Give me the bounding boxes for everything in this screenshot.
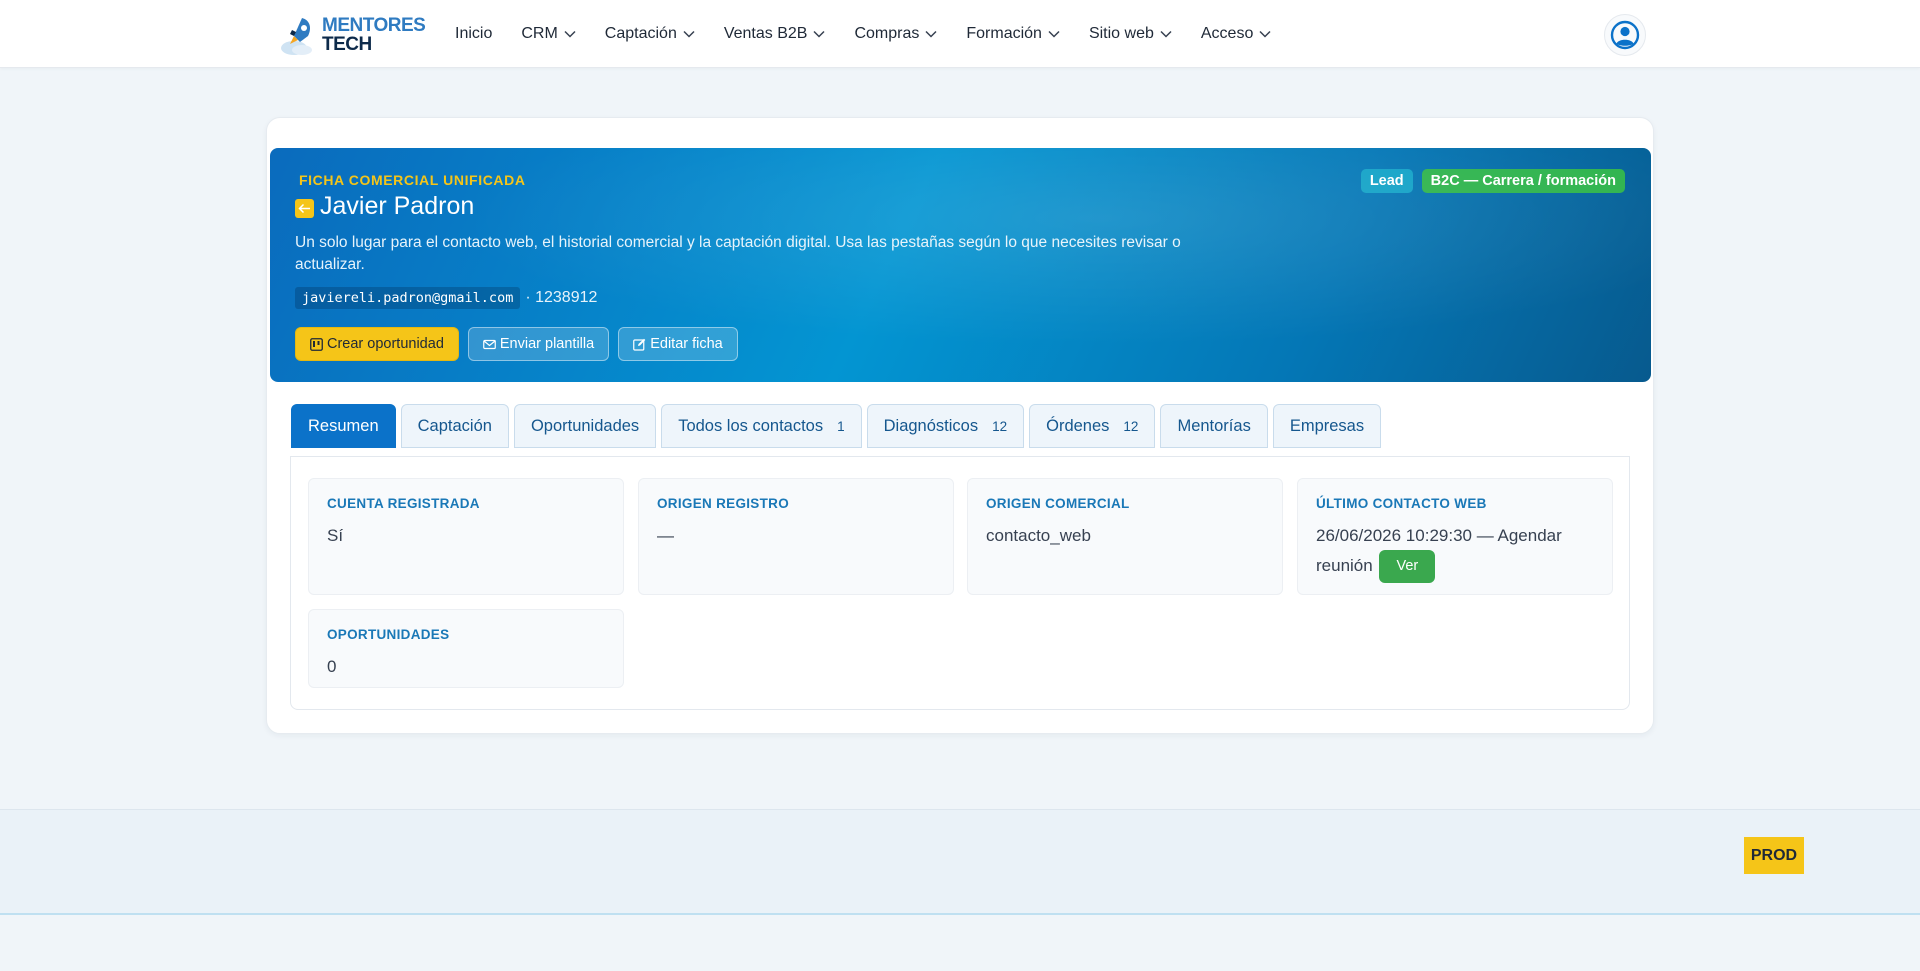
stat-value: 26/06/2026 10:29:30 — Agendar reunión [1316,526,1562,575]
main-menu: Inicio CRM Captación Ventas B2B Compras … [455,0,1300,68]
edit-icon [633,338,646,351]
send-template-button[interactable]: Enviar plantilla [467,327,610,361]
tab-oportunidades[interactable]: Oportunidades [513,404,657,448]
nav-item-label: CRM [521,25,558,42]
stat-label: ÚLTIMO CONTACTO WEB [1316,496,1487,511]
stat-registration-origin: ORIGEN REGISTRO — [638,478,954,595]
tab-resumen[interactable]: Resumen [291,404,396,448]
nav-item-inicio[interactable]: Inicio [455,25,492,43]
tab-empresas[interactable]: Empresas [1272,404,1382,448]
hero-actions: Crear oportunidad Enviar plantilla Edita… [295,327,747,361]
create-opportunity-button[interactable]: Crear oportunidad [295,327,459,361]
tab-label: Empresas [1289,416,1365,435]
nav-item-label: Acceso [1200,25,1254,42]
record-tabs: Resumen Captación Oportunidades Todos lo… [291,404,1386,448]
tab-label: Todos los contactos [678,416,824,435]
envelope-icon [483,339,496,349]
hero-eyebrow: FICHA COMERCIAL UNIFICADA [299,172,526,188]
tab-count: 12 [992,418,1008,434]
stat-value: — [657,526,674,545]
brand-logo[interactable]: MENTORES TECH [280,14,426,56]
contact-name: Javier Padron [320,192,475,220]
nav-item-label: Sitio web [1088,25,1154,42]
stat-label: CUENTA REGISTRADA [327,496,480,511]
user-circle-icon [1610,20,1640,50]
hero-description: Un solo lugar para el contacto web, el h… [295,234,1181,273]
back-button[interactable] [295,199,314,218]
chevron-down-icon [683,30,695,38]
top-navbar: MENTORES TECH Inicio CRM Captación Venta… [0,0,1920,68]
nav-item-label: Inicio [455,25,493,42]
tab-captacion[interactable]: Captación [400,404,509,448]
environment-badge: PROD [1744,837,1804,874]
nav-item-formacion[interactable]: Formación [966,25,1060,43]
nav-item-sitio-web[interactable]: Sitio web [1089,25,1172,43]
rocket-logo-icon [280,14,318,56]
status-badge-lead: Lead [1360,169,1413,193]
nav-item-captacion[interactable]: Captación [605,25,695,43]
tab-ordenes[interactable]: Órdenes 12 [1029,404,1156,448]
nav-item-crm[interactable]: CRM [521,25,576,43]
tab-label: Órdenes [1046,416,1110,435]
tab-label: Resumen [308,416,379,435]
logo-text-line2: TECH [322,34,372,55]
stat-last-web-contact: ÚLTIMO CONTACTO WEB 26/06/2026 10:29:30 … [1297,478,1613,595]
edit-record-label: Editar ficha [650,336,723,352]
stat-label: ORIGEN COMERCIAL [986,496,1130,511]
tab-count: 12 [1123,418,1139,434]
chevron-down-icon [564,30,576,38]
nav-item-acceso[interactable]: Acceso [1201,25,1271,43]
stat-value-row: 26/06/2026 10:29:30 — Agendar reunión Ve… [1316,521,1586,583]
nav-item-ventas-b2b[interactable]: Ventas B2B [724,25,826,43]
arrow-left-icon [298,203,310,214]
tab-count: 1 [837,418,845,434]
chevron-down-icon [1160,30,1172,38]
logo-text-line1: MENTORES [322,15,426,36]
chevron-down-icon [1048,30,1060,38]
contact-hero-banner: FICHA COMERCIAL UNIFICADA Javier Padron … [270,148,1651,382]
kanban-icon [310,337,323,351]
contact-details: javiereli.padron@gmail.com · 1238912 [295,287,597,309]
chevron-down-icon [813,30,825,38]
contact-phone: · 1238912 [525,289,598,306]
nav-item-label: Captación [604,25,677,42]
tab-label: Captación [417,416,492,435]
tab-label: Mentorías [1177,416,1251,435]
stat-label: OPORTUNIDADES [327,627,450,642]
chevron-down-icon [1259,30,1271,38]
nav-item-compras[interactable]: Compras [854,25,937,43]
tab-label: Diagnósticos [883,416,979,435]
edit-record-button[interactable]: Editar ficha [618,327,738,361]
view-contact-button[interactable]: Ver [1379,550,1436,583]
stat-registered-account: CUENTA REGISTRADA Sí [308,478,624,595]
chevron-down-icon [925,30,937,38]
send-template-label: Enviar plantilla [499,336,595,352]
stat-commercial-origin: ORIGEN COMERCIAL contacto_web [967,478,1283,595]
nav-item-label: Ventas B2B [723,25,808,42]
stat-value: Sí [327,526,344,545]
contact-badges: Lead B2C — Carrera / formación [1352,169,1625,193]
contact-email: javiereli.padron@gmail.com [295,287,521,309]
nav-item-label: Formación [966,25,1042,42]
stat-value: 0 [327,657,337,676]
tab-mentorias[interactable]: Mentorías [1160,404,1268,448]
create-opportunity-label: Crear oportunidad [327,336,444,352]
hero-title-row: Javier Padron [295,192,474,221]
stat-opportunities: OPORTUNIDADES 0 [308,609,624,688]
stat-value: contacto_web [986,526,1091,545]
stat-label: ORIGEN REGISTRO [657,496,790,511]
tab-todos-los-contactos[interactable]: Todos los contactos 1 [661,404,862,448]
tab-diagnosticos[interactable]: Diagnósticos 12 [866,404,1025,448]
page-footer [0,809,1920,915]
tab-label: Oportunidades [530,416,640,435]
nav-item-label: Compras [854,25,920,42]
user-account-button[interactable] [1604,14,1646,56]
segment-badge: B2C — Carrera / formación [1421,169,1625,193]
